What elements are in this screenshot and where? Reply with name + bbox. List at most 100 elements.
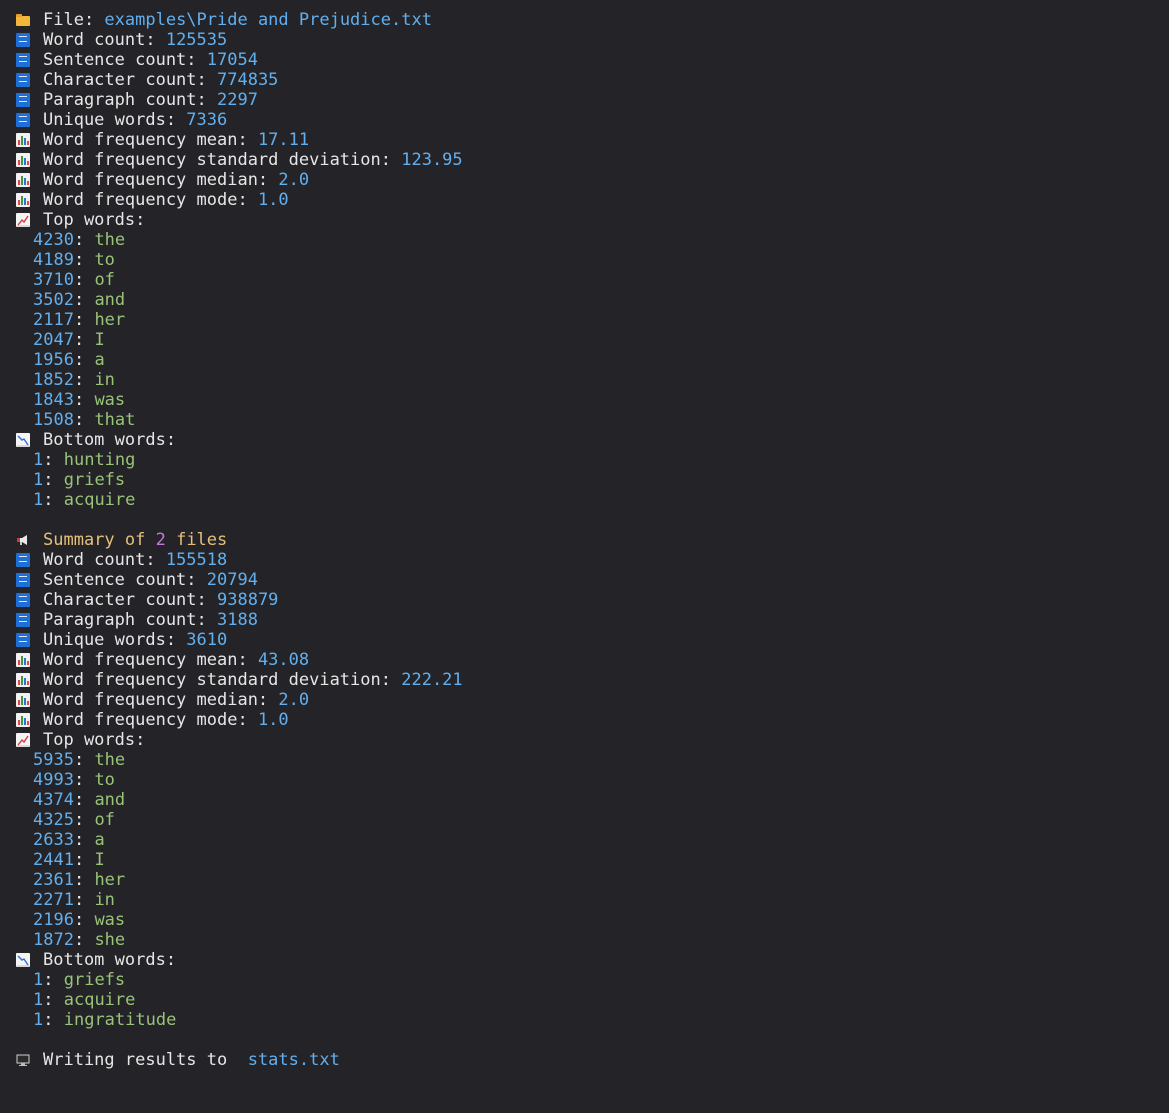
separator: : xyxy=(43,970,64,990)
word-count: 1 xyxy=(33,1010,44,1030)
file-line: File: examples\Pride and Prejudice.txt xyxy=(16,10,1169,30)
word-text: hunting xyxy=(63,450,136,470)
word-list-item: 1: acquire xyxy=(16,490,1169,510)
word-list-item: 2633: a xyxy=(16,830,1169,850)
chart-decreasing-icon xyxy=(16,953,30,967)
stat-value: 17.11 xyxy=(257,130,310,150)
stat-line: Word frequency mean: 17.11 xyxy=(16,130,1169,150)
chart-increasing-icon xyxy=(16,733,30,747)
word-list-item: 3502: and xyxy=(16,290,1169,310)
stat-line: Character count: 774835 xyxy=(16,70,1169,90)
word-count: 1508 xyxy=(33,410,74,430)
top-words-label: Top words: xyxy=(43,730,146,750)
numbers-icon xyxy=(16,113,30,127)
output-file-name: stats.txt xyxy=(247,1050,340,1070)
separator: : xyxy=(73,390,95,410)
word-list-item: 1: ingratitude xyxy=(16,1010,1169,1030)
terminal-output: File: examples\Pride and Prejudice.txt W… xyxy=(16,10,1169,1070)
word-list-item: 4374: and xyxy=(16,790,1169,810)
numbers-icon xyxy=(16,573,30,587)
stat-line: Unique words: 7336 xyxy=(16,110,1169,130)
numbers-icon xyxy=(16,553,30,567)
stat-value: 17054 xyxy=(206,50,258,70)
stat-label: Word frequency standard deviation: xyxy=(43,670,402,690)
numbers-icon xyxy=(16,93,30,107)
word-count: 1 xyxy=(33,470,44,490)
stat-line: Word frequency mode: 1.0 xyxy=(16,710,1169,730)
separator: : xyxy=(73,370,95,390)
word-list-item: 2196: was xyxy=(16,910,1169,930)
stat-label: Sentence count: xyxy=(43,50,207,70)
word-text: to xyxy=(94,250,115,270)
stat-value: 2297 xyxy=(217,90,258,110)
word-count: 2441 xyxy=(33,850,74,870)
word-text: was xyxy=(94,390,126,410)
stat-label: Word frequency mode: xyxy=(43,710,258,730)
word-count: 1956 xyxy=(33,350,74,370)
separator: : xyxy=(43,470,64,490)
computer-icon xyxy=(16,1053,30,1067)
word-list-item: 3710: of xyxy=(16,270,1169,290)
bar-chart-icon xyxy=(16,673,30,687)
bottom-words-label: Bottom words: xyxy=(43,950,177,970)
word-count: 1843 xyxy=(33,390,74,410)
word-text: a xyxy=(94,830,105,850)
summary-prefix: Summary of xyxy=(43,530,156,550)
separator: : xyxy=(73,870,95,890)
separator: : xyxy=(73,910,95,930)
word-list-item: 4325: of xyxy=(16,810,1169,830)
stat-value: 2.0 xyxy=(278,170,310,190)
word-count: 5935 xyxy=(33,750,74,770)
word-text: in xyxy=(94,370,115,390)
top-words-label: Top words: xyxy=(43,210,146,230)
stat-line: Word count: 155518 xyxy=(16,550,1169,570)
word-text: of xyxy=(94,270,115,290)
bottom-words-heading: Bottom words: xyxy=(16,430,1169,450)
word-text: acquire xyxy=(63,990,136,1010)
summary-line: Summary of 2 files xyxy=(16,530,1169,550)
stat-line: Paragraph count: 3188 xyxy=(16,610,1169,630)
separator: : xyxy=(73,830,95,850)
word-text: I xyxy=(94,330,105,350)
numbers-icon xyxy=(16,73,30,87)
word-text: and xyxy=(94,790,126,810)
megaphone-icon xyxy=(16,533,30,547)
numbers-icon xyxy=(16,53,30,67)
stat-line: Word frequency mean: 43.08 xyxy=(16,650,1169,670)
separator: : xyxy=(73,770,95,790)
numbers-icon xyxy=(16,633,30,647)
separator: : xyxy=(73,930,95,950)
summary-suffix: files xyxy=(165,530,228,550)
word-list-item: 1843: was xyxy=(16,390,1169,410)
word-list-item: 4230: the xyxy=(16,230,1169,250)
stat-value: 1.0 xyxy=(257,190,289,210)
chart-increasing-icon xyxy=(16,213,30,227)
stat-value: 123.95 xyxy=(401,150,463,170)
separator: : xyxy=(73,890,95,910)
word-list-item: 1956: a xyxy=(16,350,1169,370)
stat-value: 20794 xyxy=(206,570,258,590)
numbers-icon xyxy=(16,593,30,607)
word-text: was xyxy=(94,910,126,930)
stat-label: Sentence count: xyxy=(43,570,207,590)
stat-line: Unique words: 3610 xyxy=(16,630,1169,650)
summary-file-count: 2 xyxy=(155,530,166,550)
word-text: and xyxy=(94,290,126,310)
stat-label: Unique words: xyxy=(43,630,187,650)
word-list-item: 2441: I xyxy=(16,850,1169,870)
word-text: that xyxy=(94,410,136,430)
stat-line: Word count: 125535 xyxy=(16,30,1169,50)
stat-value: 938879 xyxy=(217,590,279,610)
file-path: examples\Pride and Prejudice.txt xyxy=(104,10,432,30)
separator: : xyxy=(43,990,64,1010)
stat-label: Character count: xyxy=(43,590,217,610)
word-text: in xyxy=(94,890,115,910)
bar-chart-icon xyxy=(16,193,30,207)
word-count: 3502 xyxy=(33,290,74,310)
word-count: 1 xyxy=(33,490,44,510)
separator: : xyxy=(43,1010,64,1030)
word-count: 1 xyxy=(33,970,44,990)
bottom-words-label: Bottom words: xyxy=(43,430,177,450)
separator: : xyxy=(73,410,95,430)
stat-line: Word frequency mode: 1.0 xyxy=(16,190,1169,210)
